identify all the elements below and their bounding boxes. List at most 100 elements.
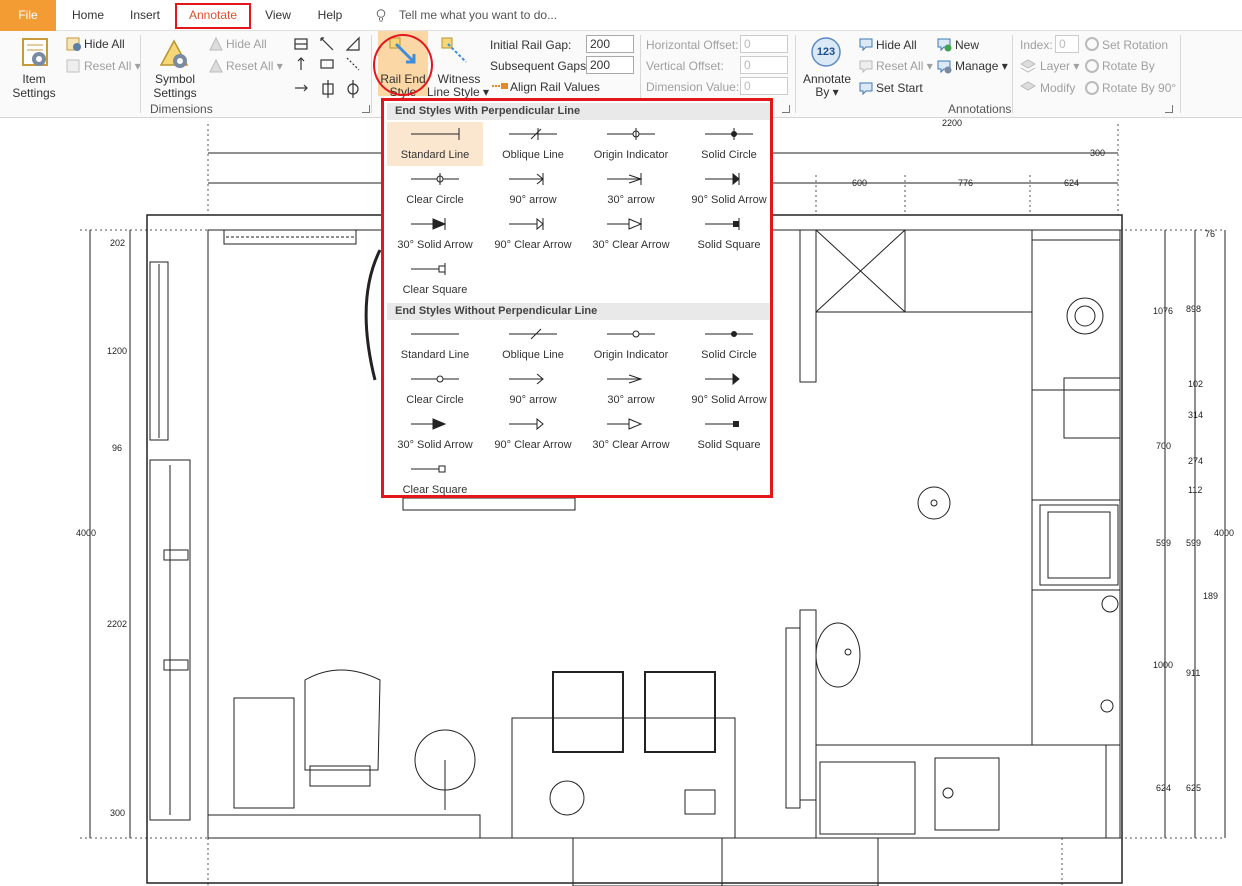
witness-line-style-label-1[interactable]: Witness	[434, 72, 484, 86]
end-style-label: Standard Line	[400, 349, 470, 361]
end-style-standard-line-with-perp[interactable]: Standard Line	[387, 122, 483, 166]
end-style-arrow-90-without-perp[interactable]: 90° arrow	[485, 367, 581, 411]
symbol-settings-label[interactable]: Symbol Settings	[147, 72, 203, 100]
hide-all-icon	[209, 36, 223, 51]
arrow-30-icon	[607, 374, 643, 384]
reset-all-button-2[interactable]: Reset All ▾	[226, 59, 283, 73]
annotate-by-label-2[interactable]: By ▾	[800, 85, 854, 99]
annotate-by-label-1[interactable]: Annotate	[800, 72, 854, 86]
end-style-solid-arrow-30-with-perp[interactable]: 30° Solid Arrow	[387, 212, 483, 256]
end-style-origin-indicator-with-perp[interactable]: Origin Indicator	[583, 122, 679, 166]
end-style-arrow-30-without-perp[interactable]: 30° arrow	[583, 367, 679, 411]
end-style-clear-circle-without-perp[interactable]: Clear Circle	[387, 367, 483, 411]
svg-text:96: 96	[112, 443, 122, 453]
svg-text:599: 599	[1156, 538, 1171, 548]
reset-all-button-3[interactable]: Reset All ▾	[876, 59, 933, 73]
annotate-highlight-box	[175, 3, 251, 29]
end-style-label: Origin Indicator	[593, 149, 669, 161]
dimensions-launcher[interactable]	[362, 105, 370, 113]
end-style-clear-arrow-30-without-perp[interactable]: 30° Clear Arrow	[583, 412, 679, 456]
end-style-oblique-line-with-perp[interactable]: Oblique Line	[485, 122, 581, 166]
layer-button[interactable]: Layer ▾	[1040, 59, 1079, 73]
item-settings-icon[interactable]	[19, 37, 53, 71]
set-start-button[interactable]: Set Start	[876, 81, 923, 95]
svg-text:624: 624	[1156, 783, 1171, 793]
manage-button[interactable]: Manage ▾	[955, 59, 1008, 73]
solid-square-icon	[705, 421, 739, 427]
initial-rail-gap-input[interactable]: 200	[586, 35, 634, 53]
set-rotation-button[interactable]: Set Rotation	[1102, 38, 1168, 52]
menu-view[interactable]: View	[254, 0, 302, 31]
end-style-clear-arrow-90-with-perp[interactable]: 90° Clear Arrow	[485, 212, 581, 256]
clear-arrow-90-icon	[509, 417, 544, 431]
svg-text:898: 898	[1186, 304, 1201, 314]
tell-me-search[interactable]: Tell me what you want to do...	[399, 0, 557, 31]
end-style-arrow-90-with-perp[interactable]: 90° arrow	[485, 167, 581, 211]
end-style-label: Clear Square	[402, 284, 468, 296]
hide-all-icon	[66, 37, 81, 51]
end-style-clear-circle-with-perp[interactable]: Clear Circle	[387, 167, 483, 211]
annotations-launcher[interactable]	[1165, 105, 1173, 113]
svg-text:600: 600	[852, 178, 867, 188]
item-settings-label[interactable]: Item Settings	[9, 72, 59, 100]
menu-help[interactable]: Help	[306, 0, 354, 31]
subsequent-gaps-input[interactable]: 200	[586, 56, 634, 74]
end-style-arrow-30-with-perp[interactable]: 30° arrow	[583, 167, 679, 211]
menu-insert[interactable]: Insert	[119, 0, 171, 31]
annotate-by-icon-text: 123	[816, 46, 836, 58]
horizontal-offset-input[interactable]: 0	[740, 35, 788, 53]
end-style-label: 90° Clear Arrow	[494, 439, 572, 451]
rail-launcher[interactable]	[782, 105, 790, 113]
menu-home[interactable]: Home	[62, 0, 114, 31]
new-button[interactable]: New	[955, 38, 979, 52]
end-style-clear-arrow-90-without-perp[interactable]: 90° Clear Arrow	[485, 412, 581, 456]
end-style-label: Clear Circle	[406, 394, 464, 406]
solid-arrow-90-icon	[705, 172, 740, 186]
end-style-clear-arrow-30-with-perp[interactable]: 30° Clear Arrow	[583, 212, 679, 256]
reset-all-button[interactable]: Reset All ▾	[84, 59, 141, 73]
index-input[interactable]: 0	[1055, 35, 1079, 53]
end-style-solid-arrow-90-without-perp[interactable]: 90° Solid Arrow	[681, 367, 777, 411]
hide-all-button-2[interactable]: Hide All	[226, 37, 267, 51]
rotate-by-button[interactable]: Rotate By	[1102, 59, 1155, 73]
section-header-without-perp: End Styles Without Perpendicular Line	[387, 303, 770, 320]
end-style-solid-circle-with-perp[interactable]: Solid Circle	[681, 122, 777, 166]
end-style-clear-square-with-perp[interactable]: Clear Square	[387, 257, 483, 301]
modify-button[interactable]: Modify	[1040, 81, 1075, 95]
manage-icon	[937, 60, 952, 74]
hide-all-button-3[interactable]: Hide All	[876, 38, 917, 52]
menu-file[interactable]: File	[0, 0, 56, 31]
end-style-label: 90° Solid Arrow	[691, 194, 767, 206]
rotate-by-90-button[interactable]: Rotate By 90°	[1102, 81, 1176, 95]
menu-bar: File Home Insert Annotate View Help Tell…	[0, 0, 1242, 31]
dimension-value-input[interactable]: 0	[740, 77, 788, 95]
vertical-offset-input[interactable]: 0	[740, 56, 788, 74]
end-style-oblique-line-without-perp[interactable]: Oblique Line	[485, 322, 581, 366]
arrow-90-icon	[509, 373, 544, 385]
end-style-solid-arrow-30-without-perp[interactable]: 30° Solid Arrow	[387, 412, 483, 456]
reset-all-annotation-icon	[859, 60, 873, 74]
end-style-clear-square-without-perp[interactable]: Clear Square	[387, 457, 483, 501]
end-style-solid-circle-without-perp[interactable]: Solid Circle	[681, 322, 777, 366]
modify-icon	[1020, 81, 1036, 91]
witness-line-style-icon[interactable]	[440, 36, 470, 66]
end-style-solid-square-with-perp[interactable]: Solid Square	[681, 212, 777, 256]
end-style-label: 90° Clear Arrow	[494, 239, 572, 251]
end-style-label: Clear Square	[402, 484, 468, 496]
end-style-label: Origin Indicator	[593, 349, 669, 361]
end-style-standard-line-without-perp[interactable]: Standard Line	[387, 322, 483, 366]
svg-text:911: 911	[1186, 668, 1200, 678]
dimension-tools-icons[interactable]	[293, 36, 365, 102]
align-rail-values-button[interactable]: Align Rail Values	[510, 80, 600, 94]
end-style-label: 30° Solid Arrow	[397, 439, 473, 451]
hide-all-button[interactable]: Hide All	[84, 37, 125, 51]
witness-line-style-label-2[interactable]: Line Style ▾	[427, 85, 489, 99]
end-style-solid-arrow-90-with-perp[interactable]: 90° Solid Arrow	[681, 167, 777, 211]
svg-text:189: 189	[1203, 591, 1218, 601]
end-style-solid-square-without-perp[interactable]: Solid Square	[681, 412, 777, 456]
symbol-settings-icon[interactable]	[158, 37, 192, 71]
end-style-origin-indicator-without-perp[interactable]: Origin Indicator	[583, 322, 679, 366]
clear-square-icon	[411, 263, 446, 275]
solid-square-icon	[705, 218, 740, 230]
clear-square-icon	[411, 465, 446, 473]
